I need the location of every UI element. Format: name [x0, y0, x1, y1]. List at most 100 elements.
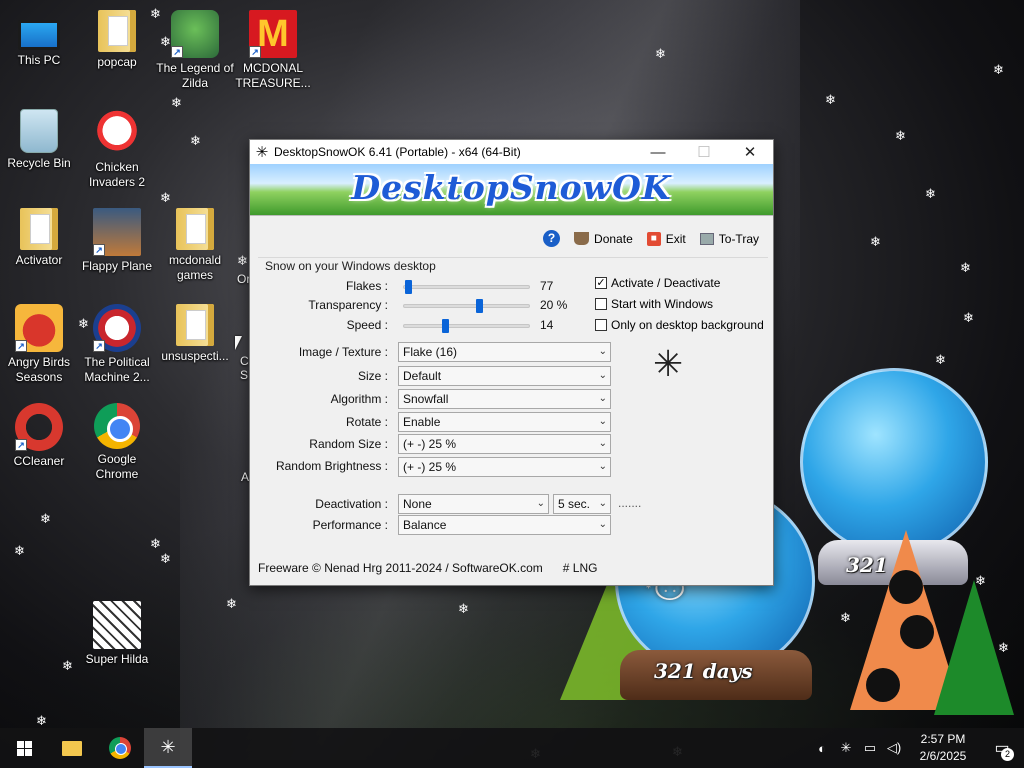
rotate-select[interactable]: Enable ⌄ [398, 412, 611, 432]
partial-desktop-label: A [241, 470, 250, 484]
slider-thumb[interactable] [442, 319, 450, 333]
desktop-icon-label: CCleaner [13, 454, 65, 468]
checkbox-box[interactable]: ✓ [595, 277, 607, 289]
snowflake-app-icon: ✳ [255, 144, 269, 161]
triangle-hole [900, 615, 934, 649]
windows-logo-icon [16, 740, 32, 756]
footer: Freeware © Nenad Hrg 2011-2024 / Softwar… [258, 561, 597, 575]
size-select[interactable]: Default ⌄ [398, 366, 611, 386]
snowflake-icon: ❄ [160, 191, 171, 206]
chevron-down-icon: ⌄ [598, 346, 607, 357]
deactivation-select[interactable]: None ⌄ [398, 494, 549, 514]
snowflake-icon: ❄ [36, 714, 47, 729]
random-size-select[interactable]: (+ -) 25 % ⌄ [398, 434, 611, 454]
taskbar-file-explorer[interactable] [48, 728, 96, 768]
algorithm-label: Algorithm : [330, 392, 388, 406]
desktop-icon-ccleaner[interactable]: ↗ CCleaner [0, 403, 78, 469]
donate-button[interactable]: Donate [574, 232, 633, 246]
volume-icon[interactable]: ◁) [882, 740, 906, 756]
slider-thumb[interactable] [404, 280, 412, 294]
slider-thumb[interactable] [476, 299, 483, 313]
flakes-value: 77 [540, 279, 554, 293]
start-with-windows-checkbox[interactable]: Start with Windows [595, 297, 713, 311]
chevron-down-icon: ⌄ [598, 461, 607, 472]
notification-center-button[interactable]: ▭ 2 [980, 738, 1024, 761]
desktop-icon-label: Activator [15, 253, 63, 267]
taskbar-chrome[interactable] [96, 728, 144, 768]
algorithm-select[interactable]: Snowfall ⌄ [398, 389, 611, 409]
recycle-bin-icon [20, 109, 58, 153]
chrome-icon [109, 737, 131, 759]
snowflake-icon: ❄ [825, 93, 836, 108]
desktopsnowok-window[interactable]: ✳ DesktopSnowOK 6.41 (Portable) - x64 (6… [249, 139, 774, 586]
desktop-icon-label: Recycle Bin [7, 156, 71, 170]
language-link[interactable]: # LNG [563, 561, 598, 575]
title-bar[interactable]: ✳ DesktopSnowOK 6.41 (Portable) - x64 (6… [250, 140, 773, 164]
christmas-tree-decoration [934, 580, 1014, 715]
desktop-background-only-checkbox[interactable]: Only on desktop background [595, 318, 764, 332]
close-button[interactable]: ✕ [727, 143, 773, 161]
coffee-cup-icon [574, 232, 590, 245]
ccleaner-tray-icon[interactable]: ◐ [810, 741, 834, 756]
snowflake-icon: ❄ [963, 311, 974, 326]
activate-checkbox[interactable]: ✓ Activate / Deactivate [595, 276, 720, 290]
taskbar-desktopsnowok[interactable]: ✳ [144, 728, 192, 768]
speed-value: 14 [540, 318, 554, 332]
network-icon[interactable]: ▭ [858, 740, 882, 756]
desktop-icon-this-pc[interactable]: This PC [0, 10, 78, 68]
snowflake-tray-icon[interactable]: ✳ [834, 740, 858, 756]
start-button[interactable] [0, 728, 48, 768]
flakes-slider[interactable] [403, 280, 530, 294]
snowflake-icon: ❄ [40, 512, 51, 527]
performance-select[interactable]: Balance ⌄ [398, 515, 611, 535]
chevron-down-icon: ⌄ [598, 393, 607, 404]
snowflake-icon: ❄ [62, 659, 73, 674]
desktop-icon-popcap[interactable]: popcap [78, 10, 156, 70]
exit-label: Exit [665, 231, 686, 246]
desktop-icon-chicken-invaders[interactable]: Chicken Invaders 2 [78, 109, 156, 190]
transparency-value: 20 % [540, 298, 568, 312]
exit-button[interactable]: ■ Exit [646, 231, 686, 246]
desktop-icon-mcdonald-games[interactable]: mcdonald games [156, 208, 234, 283]
shortcut-arrow-icon: ↗ [15, 340, 27, 352]
desktop-icon-activator[interactable]: Activator [0, 208, 78, 268]
checkbox-box[interactable] [595, 319, 607, 331]
political-machine-icon: ↗ [93, 304, 141, 352]
desktop-icon-super-hilda[interactable]: Super Hilda [78, 601, 156, 667]
desktop-icon-recycle-bin[interactable]: Recycle Bin [0, 109, 78, 171]
desktop-icon-angry-birds[interactable]: ↗ Angry Birds Seasons [0, 304, 78, 385]
speed-slider[interactable] [403, 319, 530, 333]
exit-icon: ■ [646, 231, 661, 246]
minimize-button[interactable]: — [635, 144, 681, 161]
random-brightness-select[interactable]: (+ -) 25 % ⌄ [398, 457, 611, 477]
desktop-icon-unsuspecting[interactable]: unsuspecti... [156, 304, 234, 364]
copyright-text: Freeware © Nenad Hrg 2011-2024 / Softwar… [258, 561, 543, 575]
deactivation-time-select[interactable]: 5 sec. ⌄ [553, 494, 611, 514]
snowflake-icon: ❄ [935, 353, 946, 368]
desktop-icon-mcdonal-treasure[interactable]: M ↗ MCDONAL TREASURE... [234, 10, 312, 91]
desktop-icon-flappy-plane[interactable]: ↗ Flappy Plane [78, 208, 156, 274]
help-icon[interactable]: ? [543, 230, 561, 247]
shortcut-arrow-icon: ↗ [249, 46, 261, 58]
select-value: Balance [403, 518, 447, 532]
desktop-icon-google-chrome[interactable]: Google Chrome [78, 403, 156, 482]
maximize-button: ☐ [697, 144, 711, 161]
snowflake-icon: ✳ [160, 736, 176, 758]
transparency-slider[interactable] [403, 299, 530, 313]
select-value: Snowfall [403, 392, 449, 406]
chevron-down-icon: ⌄ [598, 438, 607, 449]
chicken-icon [93, 109, 141, 157]
snowflake-icon: ❄ [993, 63, 1004, 78]
chevron-down-icon: ⌄ [598, 370, 607, 381]
desktop-icon-political-machine[interactable]: ↗ The Political Machine 2... [78, 304, 156, 385]
random-brightness-label: Random Brightness : [275, 459, 388, 473]
banner-text: DesktopSnowOK [351, 168, 672, 207]
checkbox-box[interactable] [595, 298, 607, 310]
image-texture-select[interactable]: Flake (16) ⌄ [398, 342, 611, 362]
desktop-icon-legend-of-zilda[interactable]: ↗ The Legend of Zilda [156, 10, 234, 91]
desktop-icon-label: popcap [97, 55, 137, 69]
clock[interactable]: 2:57 PM 2/6/2025 [906, 731, 980, 765]
to-tray-button[interactable]: To-Tray [699, 232, 759, 246]
snowflake-icon: ❄ [190, 134, 201, 149]
chrome-icon [94, 403, 140, 449]
